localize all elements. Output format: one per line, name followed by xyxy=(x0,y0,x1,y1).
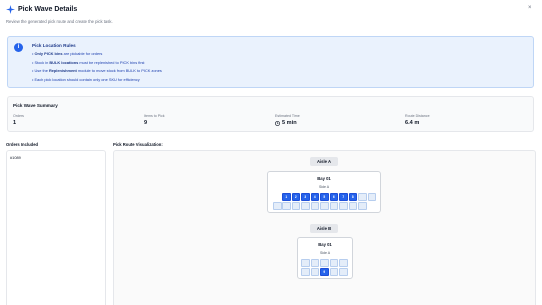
bin-slot[interactable] xyxy=(329,259,338,267)
stat-label: Route Distance xyxy=(405,114,430,118)
bin-slot[interactable] xyxy=(358,193,367,201)
aisle-label-b: Aisle B xyxy=(310,224,338,233)
pick-slot[interactable]: 9 xyxy=(320,268,329,276)
bin-slot[interactable] xyxy=(348,202,357,210)
rule-item: • Each pick location should contain only… xyxy=(32,76,140,82)
side-label: Side A xyxy=(319,251,331,255)
bin-slot[interactable] xyxy=(301,202,310,210)
bin-slot[interactable] xyxy=(301,268,310,276)
bin-slot[interactable] xyxy=(282,202,291,210)
bay-card-aisle-a: Bay 01 Side A 1 2 3 4 5 6 7 8 xyxy=(267,171,381,213)
bin-slot[interactable] xyxy=(320,202,329,210)
close-button[interactable]: × xyxy=(528,5,532,11)
rules-list: • Only PICK bins are pickable for orders… xyxy=(32,51,162,86)
bin-slot[interactable] xyxy=(310,202,319,210)
time-value: 5 min xyxy=(282,120,297,126)
info-icon: i xyxy=(14,43,23,52)
pick-slot[interactable]: 5 xyxy=(320,193,329,201)
pick-slot[interactable]: 6 xyxy=(329,193,338,201)
order-item[interactable]: #1089 xyxy=(10,155,21,160)
title-row: Pick Wave Details xyxy=(6,5,526,14)
stat-value: 6.4 m xyxy=(405,120,420,126)
pick-slot[interactable]: 3 xyxy=(301,193,310,201)
pick-slot[interactable]: 4 xyxy=(310,193,319,201)
bay-card-aisle-b: Bay 01 Side A 9 xyxy=(297,237,353,279)
bin-slot[interactable] xyxy=(310,259,319,267)
pick-location-rules-panel: i Pick Location Rules • Only PICK bins a… xyxy=(7,36,534,88)
rules-title: Pick Location Rules xyxy=(32,43,76,48)
bin-slot[interactable] xyxy=(320,259,329,267)
dialog-header: Pick Wave Details Review the generated p… xyxy=(6,5,526,31)
pick-slot[interactable]: 7 xyxy=(339,193,348,201)
bin-slot[interactable] xyxy=(291,202,300,210)
bin-slot[interactable] xyxy=(339,259,348,267)
stat-label: Orders xyxy=(13,114,24,118)
bin-slot[interactable] xyxy=(339,268,348,276)
sparkle-icon xyxy=(6,5,15,14)
route-visualization-title: Pick Route Visualization: xyxy=(113,142,163,147)
stat-label: Items to Pick xyxy=(144,114,165,118)
summary-title: Pick Wave Summary xyxy=(13,103,58,108)
route-visualization-panel: Aisle A Bay 01 Side A 1 2 3 4 5 6 7 8 Ai… xyxy=(113,150,536,305)
bin-slot[interactable] xyxy=(329,202,338,210)
orders-included-panel: #1089 xyxy=(6,150,106,305)
pick-wave-summary: Pick Wave Summary Orders 1 Items to Pick… xyxy=(7,96,534,132)
stat-value: 9 xyxy=(144,120,148,126)
pick-slot[interactable]: 8 xyxy=(348,193,357,201)
bin-slot[interactable] xyxy=(301,259,310,267)
stat-time: Estimated Time 5 min xyxy=(275,114,300,126)
stat-label: Estimated Time xyxy=(275,114,300,118)
pick-slot[interactable]: 1 xyxy=(282,193,291,201)
bin-slot[interactable] xyxy=(358,202,367,210)
bin-slot[interactable] xyxy=(310,268,319,276)
bay-title: Bay 01 xyxy=(318,242,332,247)
clock-icon xyxy=(275,120,280,126)
stat-value: 1 xyxy=(13,120,17,126)
pick-slot[interactable]: 2 xyxy=(291,193,300,201)
bin-slot[interactable] xyxy=(329,268,338,276)
bin-slot[interactable] xyxy=(367,193,376,201)
side-label: Side A xyxy=(318,185,330,189)
bin-slot[interactable] xyxy=(339,202,348,210)
orders-included-title: Orders Included xyxy=(6,142,39,147)
aisle-label-a: Aisle A xyxy=(310,157,338,166)
stat-value: 5 min xyxy=(275,120,300,126)
bin-slot[interactable] xyxy=(273,202,282,210)
bay-title: Bay 01 xyxy=(317,176,331,181)
dialog-subtitle: Review the generated pick route and crea… xyxy=(6,19,113,24)
dialog-title: Pick Wave Details xyxy=(18,6,78,13)
stat-distance: Route Distance 6.4 m xyxy=(405,114,430,126)
stat-items: Items to Pick 9 xyxy=(144,114,165,126)
stat-orders: Orders 1 xyxy=(13,114,24,126)
